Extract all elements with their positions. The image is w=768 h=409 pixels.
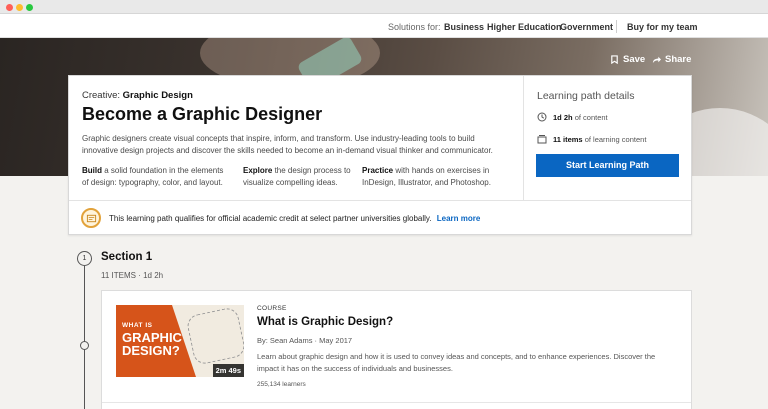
- share-label: Share: [665, 54, 692, 65]
- nav-link-higher-education[interactable]: Higher Education: [487, 22, 562, 32]
- feature-build-bold: Build: [82, 166, 102, 175]
- path-description: Graphic designers create visual concepts…: [82, 134, 493, 155]
- card-divider-horizontal: [69, 200, 691, 201]
- items-row: 11 items of learning content: [537, 134, 646, 144]
- items-value: 11 items: [553, 134, 583, 144]
- nav-divider: [616, 20, 617, 33]
- clock-icon: [537, 112, 547, 122]
- nav-link-government[interactable]: Government: [560, 22, 613, 32]
- zoom-window-button[interactable]: [26, 4, 33, 11]
- section-meta: 11 ITEMS · 1d 2h: [101, 271, 163, 280]
- feature-build-text: a solid foundation in the elements of de…: [82, 166, 224, 187]
- course-byline: By: Sean Adams · May 2017: [257, 336, 352, 345]
- section-items: 11 ITEMS: [101, 271, 136, 280]
- timeline-dot: [80, 341, 89, 350]
- close-window-button[interactable]: [6, 4, 13, 11]
- details-title: Learning path details: [537, 90, 635, 102]
- course-duration-badge: 2m 49s: [212, 364, 244, 377]
- category-prefix: Creative:: [82, 90, 121, 101]
- academic-credit-banner: This learning path qualifies for officia…: [81, 207, 681, 229]
- course-author: By: Sean Adams: [257, 336, 313, 345]
- bookmark-icon: [611, 55, 618, 64]
- save-label: Save: [623, 54, 646, 65]
- learner-count: 255,134 learners: [257, 381, 306, 388]
- course-description: Learn about graphic design and how it is…: [257, 352, 656, 373]
- nav-link-business[interactable]: Business: [444, 22, 484, 32]
- solutions-label: Solutions for:: [388, 22, 441, 32]
- feature-explore-bold: Explore: [243, 166, 273, 175]
- section-duration: 1d 2h: [143, 271, 164, 280]
- feature-practice-bold: Practice: [362, 166, 394, 175]
- course-title[interactable]: What is Graphic Design?: [257, 316, 393, 328]
- course-thumbnail[interactable]: WHAT IS GRAPHIC DESIGN? 2m 49s: [116, 305, 244, 377]
- feature-practice: Practice with hands on exercises in InDe…: [362, 165, 502, 189]
- course-date: May 2017: [319, 336, 353, 345]
- duration-suffix: of content: [574, 112, 608, 122]
- learning-path-card: Creative: Graphic Design Become a Graphi…: [68, 75, 692, 235]
- section-timeline: [84, 266, 85, 409]
- section-number: 1: [77, 251, 92, 266]
- credit-badge-icon: [81, 208, 101, 228]
- start-learning-path-button[interactable]: Start Learning Path: [536, 154, 679, 177]
- category-breadcrumb: Creative: Graphic Design: [82, 90, 193, 101]
- minimize-window-button[interactable]: [16, 4, 23, 11]
- category-link[interactable]: Graphic Design: [123, 90, 193, 101]
- page-title: Become a Graphic Designer: [82, 104, 323, 124]
- share-icon: [652, 56, 661, 64]
- learn-more-link[interactable]: Learn more: [437, 214, 481, 223]
- feature-build: Build a solid foundation in the elements…: [82, 165, 232, 189]
- thumbnail-line1: WHAT IS: [122, 322, 153, 329]
- thumbnail-line2: GRAPHIC DESIGN?: [122, 330, 182, 358]
- credit-text: This learning path qualifies for officia…: [109, 213, 432, 223]
- course-divider: [102, 402, 691, 403]
- duration-row: 1d 2h of content: [537, 112, 608, 122]
- content-type-label: COURSE: [257, 305, 287, 312]
- duration-value: 1d 2h: [553, 112, 573, 122]
- items-suffix: of learning content: [584, 134, 647, 144]
- buy-for-team-link[interactable]: Buy for my team: [627, 22, 698, 32]
- share-button[interactable]: Share: [652, 54, 691, 65]
- section-title[interactable]: Section 1: [101, 251, 152, 263]
- content-stack-icon: [537, 135, 547, 144]
- save-button[interactable]: Save: [610, 54, 645, 65]
- feature-explore: Explore the design process to visualize …: [243, 165, 353, 189]
- thumbnail-sketch: [185, 306, 244, 366]
- card-divider-vertical: [523, 76, 524, 200]
- course-card[interactable]: WHAT IS GRAPHIC DESIGN? 2m 49s COURSE Wh…: [101, 290, 692, 409]
- top-nav: Solutions for: Business Higher Education…: [0, 14, 768, 38]
- certificate-icon: [86, 214, 96, 222]
- window-chrome: [0, 0, 768, 14]
